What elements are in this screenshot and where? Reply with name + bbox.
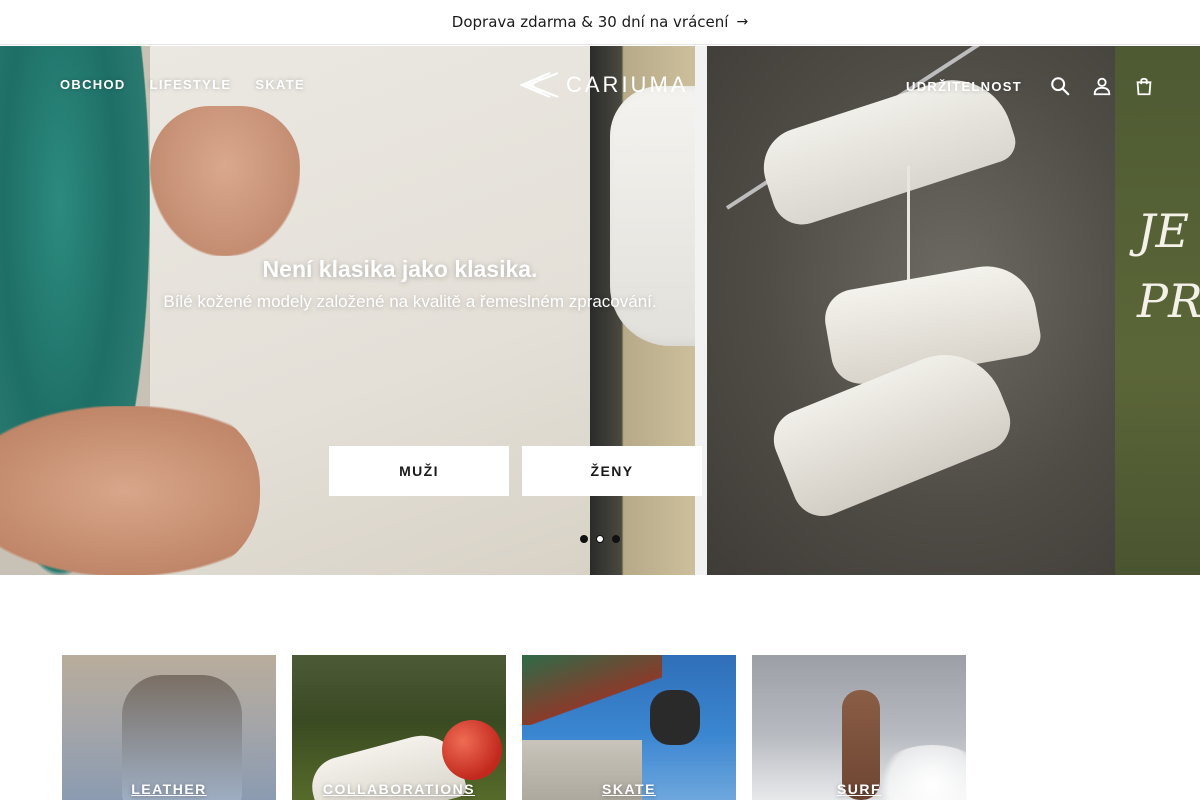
category-tile-leather[interactable]: LEATHER: [62, 655, 276, 800]
logo-mark-icon: [520, 71, 559, 99]
search-button[interactable]: [1046, 72, 1074, 100]
announcement-text: Doprava zdarma & 30 dní na vrácení: [451, 13, 729, 31]
category-tile-collaborations[interactable]: COLLABORATIONS: [292, 655, 506, 800]
category-tile-skate[interactable]: SKATE: [522, 655, 736, 800]
primary-nav: OBCHOD LIFESTYLE SKATE: [60, 77, 305, 92]
nav-shop[interactable]: OBCHOD: [60, 77, 126, 92]
carousel-dot-3[interactable]: [612, 535, 620, 543]
shop-women-button[interactable]: ŽENY: [522, 446, 702, 496]
category-label: SKATE: [602, 781, 656, 797]
cart-button[interactable]: [1130, 72, 1158, 100]
category-label: SURF: [836, 781, 882, 797]
cart-icon: [1136, 77, 1152, 96]
nav-skate[interactable]: SKATE: [255, 77, 305, 92]
search-icon: [1051, 77, 1070, 96]
shop-men-button[interactable]: MUŽI: [329, 446, 509, 496]
category-tile-surf[interactable]: SURF: [752, 655, 966, 800]
announcement-bar[interactable]: Doprava zdarma & 30 dní na vrácení →: [0, 0, 1200, 45]
account-button[interactable]: [1088, 72, 1116, 100]
hero-slide-hanging-sneakers: [707, 46, 1115, 575]
category-label: COLLABORATIONS: [322, 781, 476, 797]
nav-lifestyle[interactable]: LIFESTYLE: [150, 77, 232, 92]
hero-subtitle: Bílé kožené modely založené na kvalitě a…: [163, 292, 657, 311]
account-icon: [1093, 77, 1111, 96]
category-grid: LEATHER COLLABORATIONS SKATE SURF: [62, 655, 966, 800]
hero-slide-chalkboard: JE PR: [1115, 46, 1200, 575]
utility-nav: UDRŽITELNOST: [906, 72, 1172, 100]
carousel-pagination: [580, 535, 620, 543]
arrow-right-icon: →: [736, 14, 749, 30]
category-label: LEATHER: [131, 781, 207, 797]
carousel-dot-1[interactable]: [580, 535, 588, 543]
chalkboard-text: JE PR: [1137, 204, 1200, 328]
nav-sustainability[interactable]: UDRŽITELNOST: [906, 79, 1022, 94]
carousel-dot-2[interactable]: [596, 535, 604, 543]
hero-title: Není klasika jako klasika.: [262, 256, 538, 282]
brand-logo[interactable]: CARIUMA: [520, 71, 688, 99]
logo-wordmark: CARIUMA: [566, 72, 689, 97]
